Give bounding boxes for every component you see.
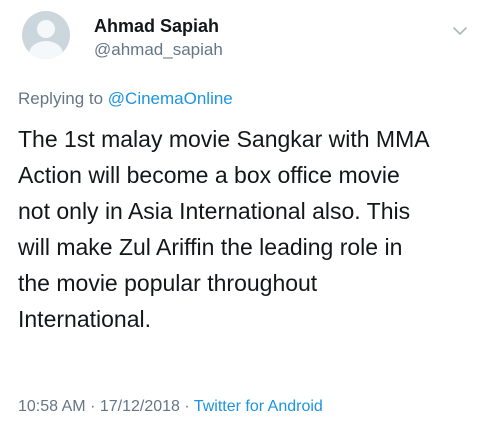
meta-separator: · bbox=[184, 398, 190, 415]
tweet-date[interactable]: 17/12/2018 bbox=[100, 398, 180, 415]
replying-to-prefix: Replying to bbox=[18, 89, 108, 108]
tweet-text-line: will make Zul Ariffin the leading role i… bbox=[18, 234, 403, 260]
tweet-text-line: International. bbox=[18, 306, 151, 332]
chevron-down-icon[interactable] bbox=[453, 26, 467, 36]
avatar-body-shape bbox=[29, 41, 63, 59]
tweet-text-line: Action will become a box office movie bbox=[18, 162, 400, 188]
replying-to: Replying to @CinemaOnline bbox=[18, 89, 233, 109]
tweet-text-line: The 1st malay movie Sangkar with MMA bbox=[18, 126, 430, 152]
replying-to-handle-link[interactable]: @CinemaOnline bbox=[108, 89, 233, 108]
source-app-link[interactable]: Twitter for Android bbox=[194, 398, 323, 415]
tweet-text: The 1st malay movie Sangkar with MMA Act… bbox=[18, 121, 478, 337]
tweet-text-line: the movie popular throughout bbox=[18, 270, 318, 296]
tweet-time[interactable]: 10:58 AM bbox=[18, 398, 86, 415]
display-name[interactable]: Ahmad Sapiah bbox=[94, 16, 219, 37]
tweet-meta: 10:58 AM · 17/12/2018 · Twitter for Andr… bbox=[18, 398, 323, 416]
avatar-head-shape bbox=[37, 20, 55, 38]
avatar[interactable] bbox=[22, 11, 70, 59]
user-handle[interactable]: @ahmad_sapiah bbox=[94, 40, 223, 60]
meta-separator: · bbox=[90, 398, 96, 415]
tweet-text-line: not only in Asia International also. Thi… bbox=[18, 198, 411, 224]
